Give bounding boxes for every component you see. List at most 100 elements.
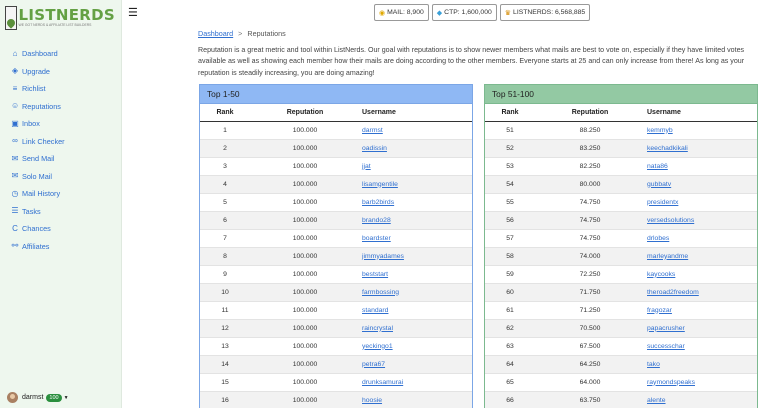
sidebar-item-upgrade[interactable]: ◈ Upgrade — [0, 63, 122, 81]
table-row: 5 100.000 barb2birds — [200, 192, 472, 211]
rank-cell: 54 — [485, 174, 535, 193]
reputation-table: Rank Reputation Username 1 100.000 darmst 2… — [200, 104, 472, 408]
breadcrumb-dashboard-link[interactable]: Dashboard — [198, 29, 233, 38]
reputation-cell: 100.000 — [250, 156, 360, 175]
username-link[interactable]: fragozar — [647, 307, 672, 314]
username-cell: versedsolutions — [645, 210, 757, 229]
username-link[interactable]: drlobes — [647, 235, 669, 242]
username-link[interactable]: kemmyb — [647, 127, 673, 134]
username-cell: boardster — [360, 228, 472, 247]
reputation-cell: 67.500 — [535, 336, 645, 355]
sidebar-item-chances[interactable]: C Chances — [0, 220, 122, 238]
table-row: 54 80.000 gubbatv — [485, 174, 757, 193]
sidebar-item-link-checker[interactable]: ∞ Link Checker — [0, 133, 122, 151]
username-link[interactable]: darmst — [362, 127, 383, 134]
username-link[interactable]: tako — [647, 361, 660, 368]
hamburger-menu-icon[interactable]: ☰ — [128, 6, 138, 19]
username-link[interactable]: raincrystal — [362, 325, 393, 332]
username-link[interactable]: alente — [647, 397, 666, 404]
username-cell: darmst — [360, 120, 472, 139]
rank-cell: 53 — [485, 156, 535, 175]
reputation-cell: 100.000 — [250, 282, 360, 301]
logo[interactable]: LISTNERDS WE GOT NERDS & AFFILIATE LIST … — [5, 5, 115, 31]
stat-badge: ◆ CTP: 1,600,000 — [431, 4, 497, 21]
column-header-username: Username — [645, 104, 757, 122]
reputation-cell: 71.250 — [535, 300, 645, 319]
username-link[interactable]: keechadkikali — [647, 145, 688, 152]
username-link[interactable]: versedsolutions — [647, 217, 694, 224]
column-header-rank: Rank — [485, 104, 535, 122]
username-cell: brando28 — [360, 210, 472, 229]
inbox-icon: ▣ — [11, 118, 19, 128]
username-link[interactable]: boardster — [362, 235, 391, 242]
breadcrumb-separator: > — [238, 29, 243, 38]
table-row: 66 63.750 alente — [485, 390, 757, 408]
sidebar-item-tasks[interactable]: ☰ Tasks — [0, 203, 122, 221]
sidebar-item-solo-mail[interactable]: ✉ Solo Mail — [0, 168, 122, 186]
username-cell: papacrusher — [645, 318, 757, 337]
rank-cell: 9 — [200, 264, 250, 283]
username-link[interactable]: kaycooks — [647, 271, 675, 278]
rank-cell: 15 — [200, 372, 250, 391]
table-row: 4 100.000 lisamgentile — [200, 174, 472, 193]
table-row: 59 72.250 kaycooks — [485, 264, 757, 283]
sidebar-item-affiliates[interactable]: ⚯ Affiliates — [0, 238, 122, 256]
sidebar-item-richlist[interactable]: ≡ Richlist — [0, 80, 122, 98]
username-link[interactable]: beststart — [362, 271, 388, 278]
logo-tagline: WE GOT NERDS & AFFILIATE LIST BUILDERS — [18, 23, 92, 27]
table-row: 10 100.000 farmbossing — [200, 282, 472, 301]
layers-icon: ◈ — [11, 66, 19, 76]
reputation-cell: 82.250 — [535, 156, 645, 175]
sidebar-item-label: Inbox — [22, 119, 40, 129]
sidebar-item-dashboard[interactable]: ⌂ Dashboard — [0, 45, 122, 63]
username-link[interactable]: barb2birds — [362, 199, 394, 206]
username-link[interactable]: jimmyadames — [362, 253, 404, 260]
sidebar-item-mail-history[interactable]: ◷ Mail History — [0, 185, 122, 203]
username-link[interactable]: nata86 — [647, 163, 668, 170]
username-link[interactable]: farmbossing — [362, 289, 399, 296]
table-row: 63 67.500 successchar — [485, 336, 757, 355]
rank-cell: 62 — [485, 318, 535, 337]
username-link[interactable]: yeckingo1 — [362, 343, 393, 350]
sidebar-item-send-mail[interactable]: ✉ Send Mail — [0, 150, 122, 168]
sidebar-item-label: Tasks — [22, 206, 41, 216]
username-cell: drunksamurai — [360, 372, 472, 391]
user-menu[interactable]: darmst 100 ▼ — [7, 392, 69, 403]
table-row: 16 100.000 hoosie — [200, 390, 472, 408]
stat-label: MAIL: 8,900 — [387, 9, 424, 16]
username-link[interactable]: presidentx — [647, 199, 678, 206]
username-link[interactable]: oadissin — [362, 145, 387, 152]
username-cell: barb2birds — [360, 192, 472, 211]
reputation-cell: 100.000 — [250, 264, 360, 283]
username-link[interactable]: successchar — [647, 343, 685, 350]
table-row: 58 74.000 marleyandme — [485, 246, 757, 265]
username-link[interactable]: theroad2freedom — [647, 289, 699, 296]
username-cell: jjat — [360, 156, 472, 175]
sidebar-item-inbox[interactable]: ▣ Inbox — [0, 115, 122, 133]
username-link[interactable]: raymondspeaks — [647, 379, 695, 386]
mail-open-icon: ✉ — [11, 171, 19, 181]
username-link[interactable]: petra67 — [362, 361, 385, 368]
username-link[interactable]: marleyandme — [647, 253, 688, 260]
username-link[interactable]: drunksamurai — [362, 379, 403, 386]
rank-cell: 56 — [485, 210, 535, 229]
table-row: 56 74.750 versedsolutions — [485, 210, 757, 229]
reputation-cell: 100.000 — [250, 192, 360, 211]
sidebar-item-label: Chances — [22, 224, 51, 234]
username-link[interactable]: brando28 — [362, 217, 391, 224]
username-link[interactable]: lisamgentile — [362, 181, 398, 188]
rank-cell: 8 — [200, 246, 250, 265]
table-row: 8 100.000 jimmyadames — [200, 246, 472, 265]
table-row: 64 64.250 tako — [485, 354, 757, 373]
username-cell: kaycooks — [645, 264, 757, 283]
username-link[interactable]: jjat — [362, 163, 371, 170]
username-link[interactable]: papacrusher — [647, 325, 685, 332]
username-cell: keechadkikali — [645, 138, 757, 157]
username-link[interactable]: hoosie — [362, 397, 382, 404]
sidebar-item-label: Richlist — [22, 84, 46, 94]
username-link[interactable]: gubbatv — [647, 181, 671, 188]
rank-cell: 2 — [200, 138, 250, 157]
username-link[interactable]: standard — [362, 307, 388, 314]
username-cell: hoosie — [360, 390, 472, 408]
sidebar-item-reputations[interactable]: ☺ Reputations — [0, 98, 122, 116]
